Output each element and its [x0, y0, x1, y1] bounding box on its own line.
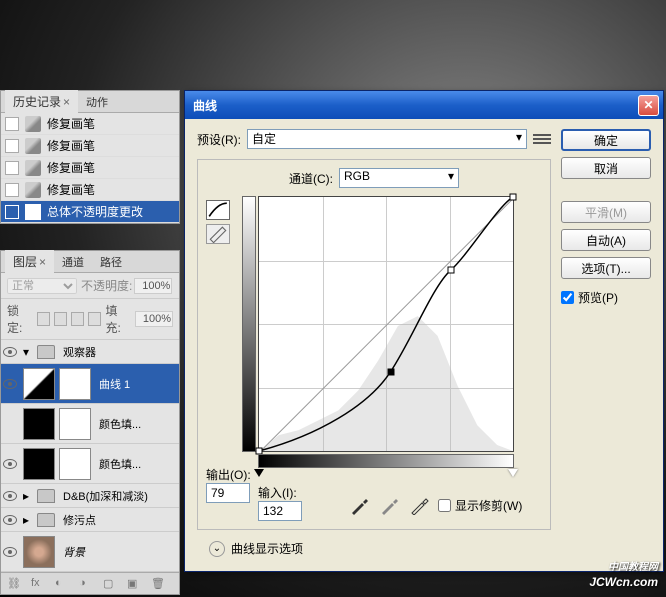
channel-label: 通道(C):	[289, 170, 333, 187]
lock-all-icon[interactable]	[88, 312, 101, 326]
fill-thumbnail	[23, 448, 55, 480]
folder-icon	[37, 513, 55, 527]
curve-canvas[interactable]	[258, 196, 514, 452]
fill-input[interactable]	[135, 311, 173, 327]
preview-checkbox[interactable]: 预览(P)	[561, 289, 651, 306]
lock-position-icon[interactable]	[71, 312, 84, 326]
group-icon[interactable]: ▢	[103, 577, 119, 591]
lock-pixels-icon[interactable]	[54, 312, 67, 326]
input-input[interactable]	[258, 501, 302, 521]
curves-dialog: 曲线 ✕ 预设(R): 自定▾ 通道(C): RGB▾	[184, 90, 664, 572]
opacity-label: 不透明度:	[81, 277, 132, 294]
ok-button[interactable]: 确定	[561, 129, 651, 151]
history-panel: 历史记录× 动作 修复画笔 修复画笔 修复画笔 修复画笔 总体不透明度更改	[0, 90, 180, 224]
layer-fill[interactable]: 颜色填...	[1, 444, 179, 484]
opacity-icon	[25, 204, 41, 220]
new-layer-icon[interactable]: ▣	[127, 577, 143, 591]
visibility-icon[interactable]	[3, 515, 17, 525]
mask-icon[interactable]: ◐	[55, 577, 71, 591]
curve-point-active[interactable]	[387, 369, 394, 376]
lock-transparency-icon[interactable]	[37, 312, 50, 326]
input-label: 输入(I):	[258, 486, 297, 500]
history-item[interactable]: 修复画笔	[1, 157, 179, 179]
curve-pencil-tool[interactable]	[206, 224, 230, 244]
visibility-icon[interactable]	[3, 491, 17, 501]
layer-curves[interactable]: 曲线 1	[1, 364, 179, 404]
preset-select[interactable]: 自定▾	[247, 129, 527, 149]
input-gradient	[258, 454, 514, 468]
output-label: 输出(O):	[206, 466, 251, 483]
layer-group[interactable]: ▸D&B(加深和减淡)	[1, 484, 179, 508]
eyedropper-white-icon[interactable]	[408, 497, 430, 515]
history-item[interactable]: 修复画笔	[1, 135, 179, 157]
layer-background[interactable]: 背景	[1, 532, 179, 572]
tab-history[interactable]: 历史记录×	[5, 90, 78, 113]
visibility-icon[interactable]	[3, 347, 17, 357]
fill-thumbnail	[23, 408, 55, 440]
dialog-title: 曲线	[193, 97, 638, 114]
layer-group[interactable]: ▾观察器	[1, 340, 179, 364]
eyedropper-black-icon[interactable]	[348, 497, 370, 515]
white-point-slider[interactable]	[508, 469, 518, 477]
opacity-input[interactable]	[134, 278, 172, 294]
adjustment-icon[interactable]: ◑	[79, 577, 95, 591]
brush-icon	[25, 116, 41, 132]
preset-label: 预设(R):	[197, 131, 241, 148]
dialog-titlebar[interactable]: 曲线 ✕	[185, 91, 663, 119]
tab-channels[interactable]: 通道	[54, 251, 92, 273]
visibility-icon[interactable]	[3, 547, 17, 557]
expand-display-options[interactable]: ⌄ 曲线显示选项	[209, 540, 551, 557]
visibility-icon[interactable]	[3, 379, 17, 389]
brush-icon	[25, 160, 41, 176]
history-item-selected[interactable]: 总体不透明度更改	[1, 201, 179, 223]
curves-group: 通道(C): RGB▾	[197, 159, 551, 530]
curve-point-tool[interactable]	[206, 200, 230, 220]
mask-thumbnail	[59, 408, 91, 440]
chevron-down-icon: ⌄	[209, 541, 225, 557]
tab-actions[interactable]: 动作	[78, 91, 116, 113]
options-button[interactable]: 选项(T)...	[561, 257, 651, 279]
show-clipping-checkbox[interactable]: 显示修剪(W)	[438, 497, 522, 514]
tab-paths[interactable]: 路径	[92, 251, 130, 273]
curves-thumbnail	[23, 368, 55, 400]
brush-icon	[25, 138, 41, 154]
black-point-slider[interactable]	[254, 469, 264, 477]
fill-label: 填充:	[105, 302, 131, 336]
channel-select[interactable]: RGB▾	[339, 168, 459, 188]
layer-fill[interactable]: 颜色填...	[1, 404, 179, 444]
watermark: 中国教程网 JCWcn.com	[589, 558, 658, 591]
blend-mode-select[interactable]: 正常	[7, 278, 77, 294]
output-input[interactable]	[206, 483, 250, 503]
history-list: 修复画笔 修复画笔 修复画笔 修复画笔 总体不透明度更改	[1, 113, 179, 223]
preset-menu-icon[interactable]	[533, 131, 551, 147]
tab-layers[interactable]: 图层×	[5, 250, 54, 273]
output-gradient	[242, 196, 256, 452]
curve-point[interactable]	[510, 194, 517, 201]
cancel-button[interactable]: 取消	[561, 157, 651, 179]
curve-line	[259, 197, 513, 451]
mask-thumbnail	[59, 368, 91, 400]
mask-thumbnail	[59, 448, 91, 480]
folder-icon	[37, 345, 55, 359]
folder-icon	[37, 489, 55, 503]
tab-close-icon[interactable]: ×	[63, 95, 70, 109]
close-button[interactable]: ✕	[638, 95, 659, 116]
trash-icon[interactable]: 🗑	[151, 577, 167, 591]
smooth-button: 平滑(M)	[561, 201, 651, 223]
auto-button[interactable]: 自动(A)	[561, 229, 651, 251]
history-item[interactable]: 修复画笔	[1, 179, 179, 201]
visibility-icon[interactable]	[3, 459, 17, 469]
eyedropper-gray-icon[interactable]	[378, 497, 400, 515]
link-icon[interactable]: ⛓	[7, 577, 23, 591]
bg-thumbnail	[23, 536, 55, 568]
layer-group[interactable]: ▸修污点	[1, 508, 179, 532]
lock-label: 锁定:	[7, 302, 33, 336]
history-item[interactable]: 修复画笔	[1, 113, 179, 135]
brush-icon	[25, 182, 41, 198]
curve-point[interactable]	[448, 266, 455, 273]
layers-panel: 图层× 通道 路径 正常 不透明度: 锁定: 填充: ▾观察器 曲线 1 颜色填…	[0, 250, 180, 595]
fx-icon[interactable]: fx	[31, 577, 47, 591]
